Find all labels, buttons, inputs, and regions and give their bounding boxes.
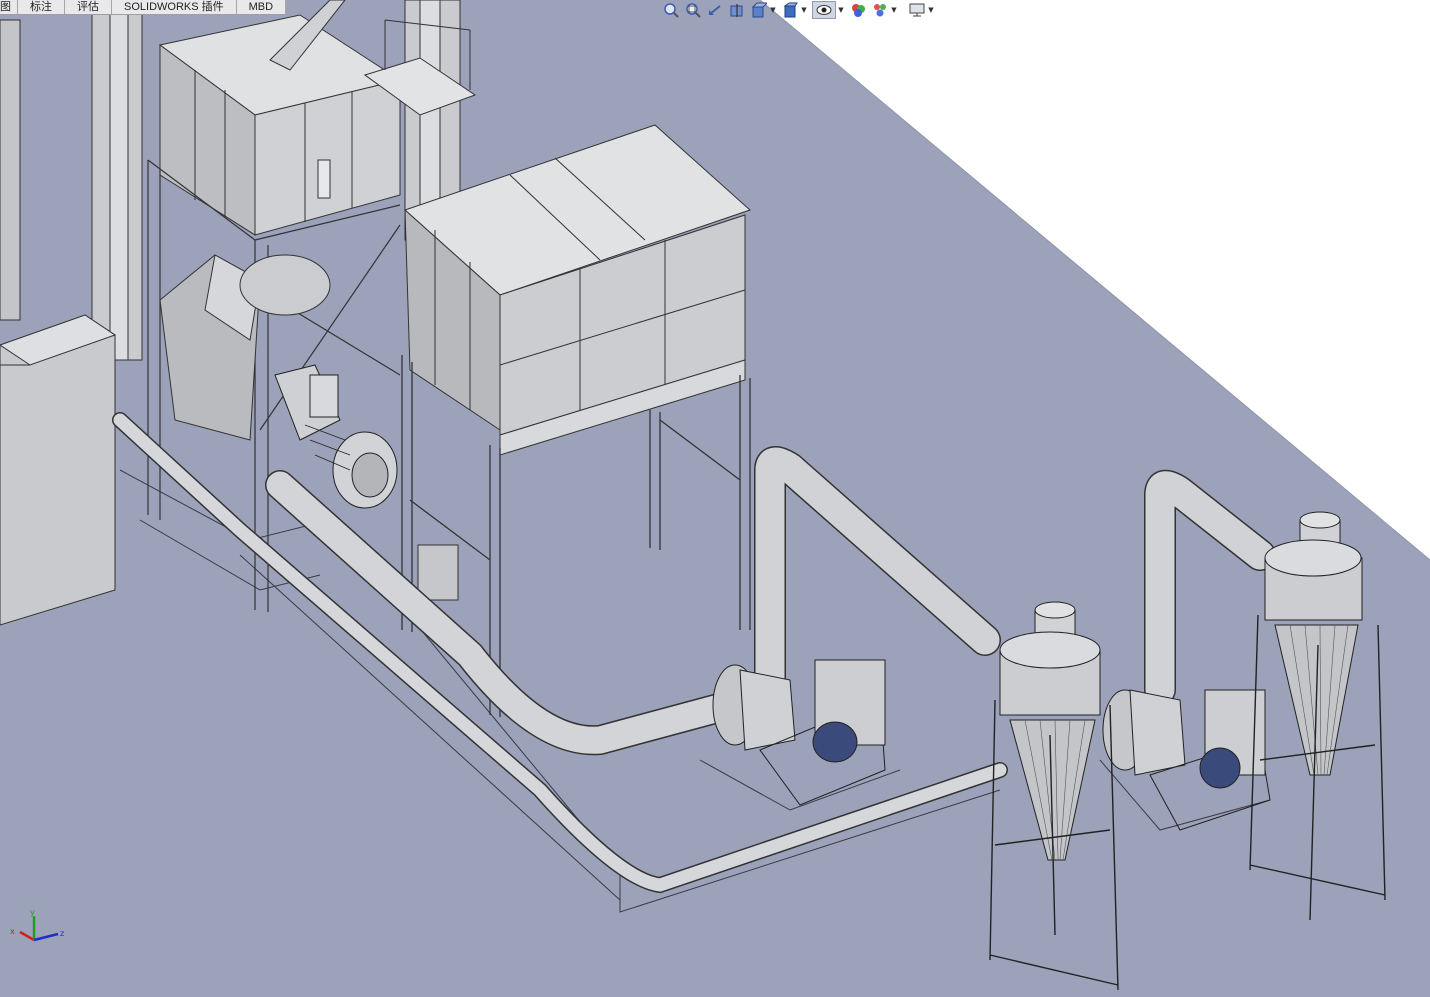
chevron-down-icon[interactable]: ▼ [890,6,898,14]
tab-solidworks-addins[interactable]: SOLIDWORKS 插件 [112,0,237,14]
command-manager-tabs: 图 标注 评估 SOLIDWORKS 插件 MBD [0,0,287,15]
z-axis [33,932,59,942]
graphics-area[interactable] [0,0,1430,997]
view-orientation-icon[interactable] [750,1,768,19]
chevron-down-icon[interactable]: ▼ [927,6,935,14]
control-cabinet [0,314,117,626]
zoom-to-fit-icon[interactable] [662,1,680,19]
tab-mbd[interactable]: MBD [237,0,287,14]
edit-appearance-icon[interactable] [849,1,867,19]
junction-box [417,544,459,601]
display-style-icon[interactable] [781,1,799,19]
hide-show-items-icon[interactable] [812,1,836,19]
heads-up-view-toolbar: ▼ ▼ ▼ ▼ ▼ [662,0,935,20]
previous-view-icon[interactable] [706,1,724,19]
view-settings-icon[interactable] [908,1,926,19]
reference-triad: x y z [10,908,64,942]
x-axis [19,930,35,942]
tab-view[interactable]: 图 [0,0,18,14]
tab-evaluate[interactable]: 评估 [65,0,112,14]
motor-1 [812,721,858,763]
apply-scene-icon[interactable] [871,1,889,19]
chevron-down-icon[interactable]: ▼ [769,6,777,14]
chevron-down-icon[interactable]: ▼ [800,6,808,14]
zoom-to-area-icon[interactable] [684,1,702,19]
z-axis-label: z [60,929,64,938]
chevron-down-icon[interactable]: ▼ [837,6,845,14]
y-axis-label: y [30,908,35,917]
x-axis-label: x [10,927,15,936]
tab-markup[interactable]: 标注 [18,0,65,14]
section-view-icon[interactable] [728,1,746,19]
